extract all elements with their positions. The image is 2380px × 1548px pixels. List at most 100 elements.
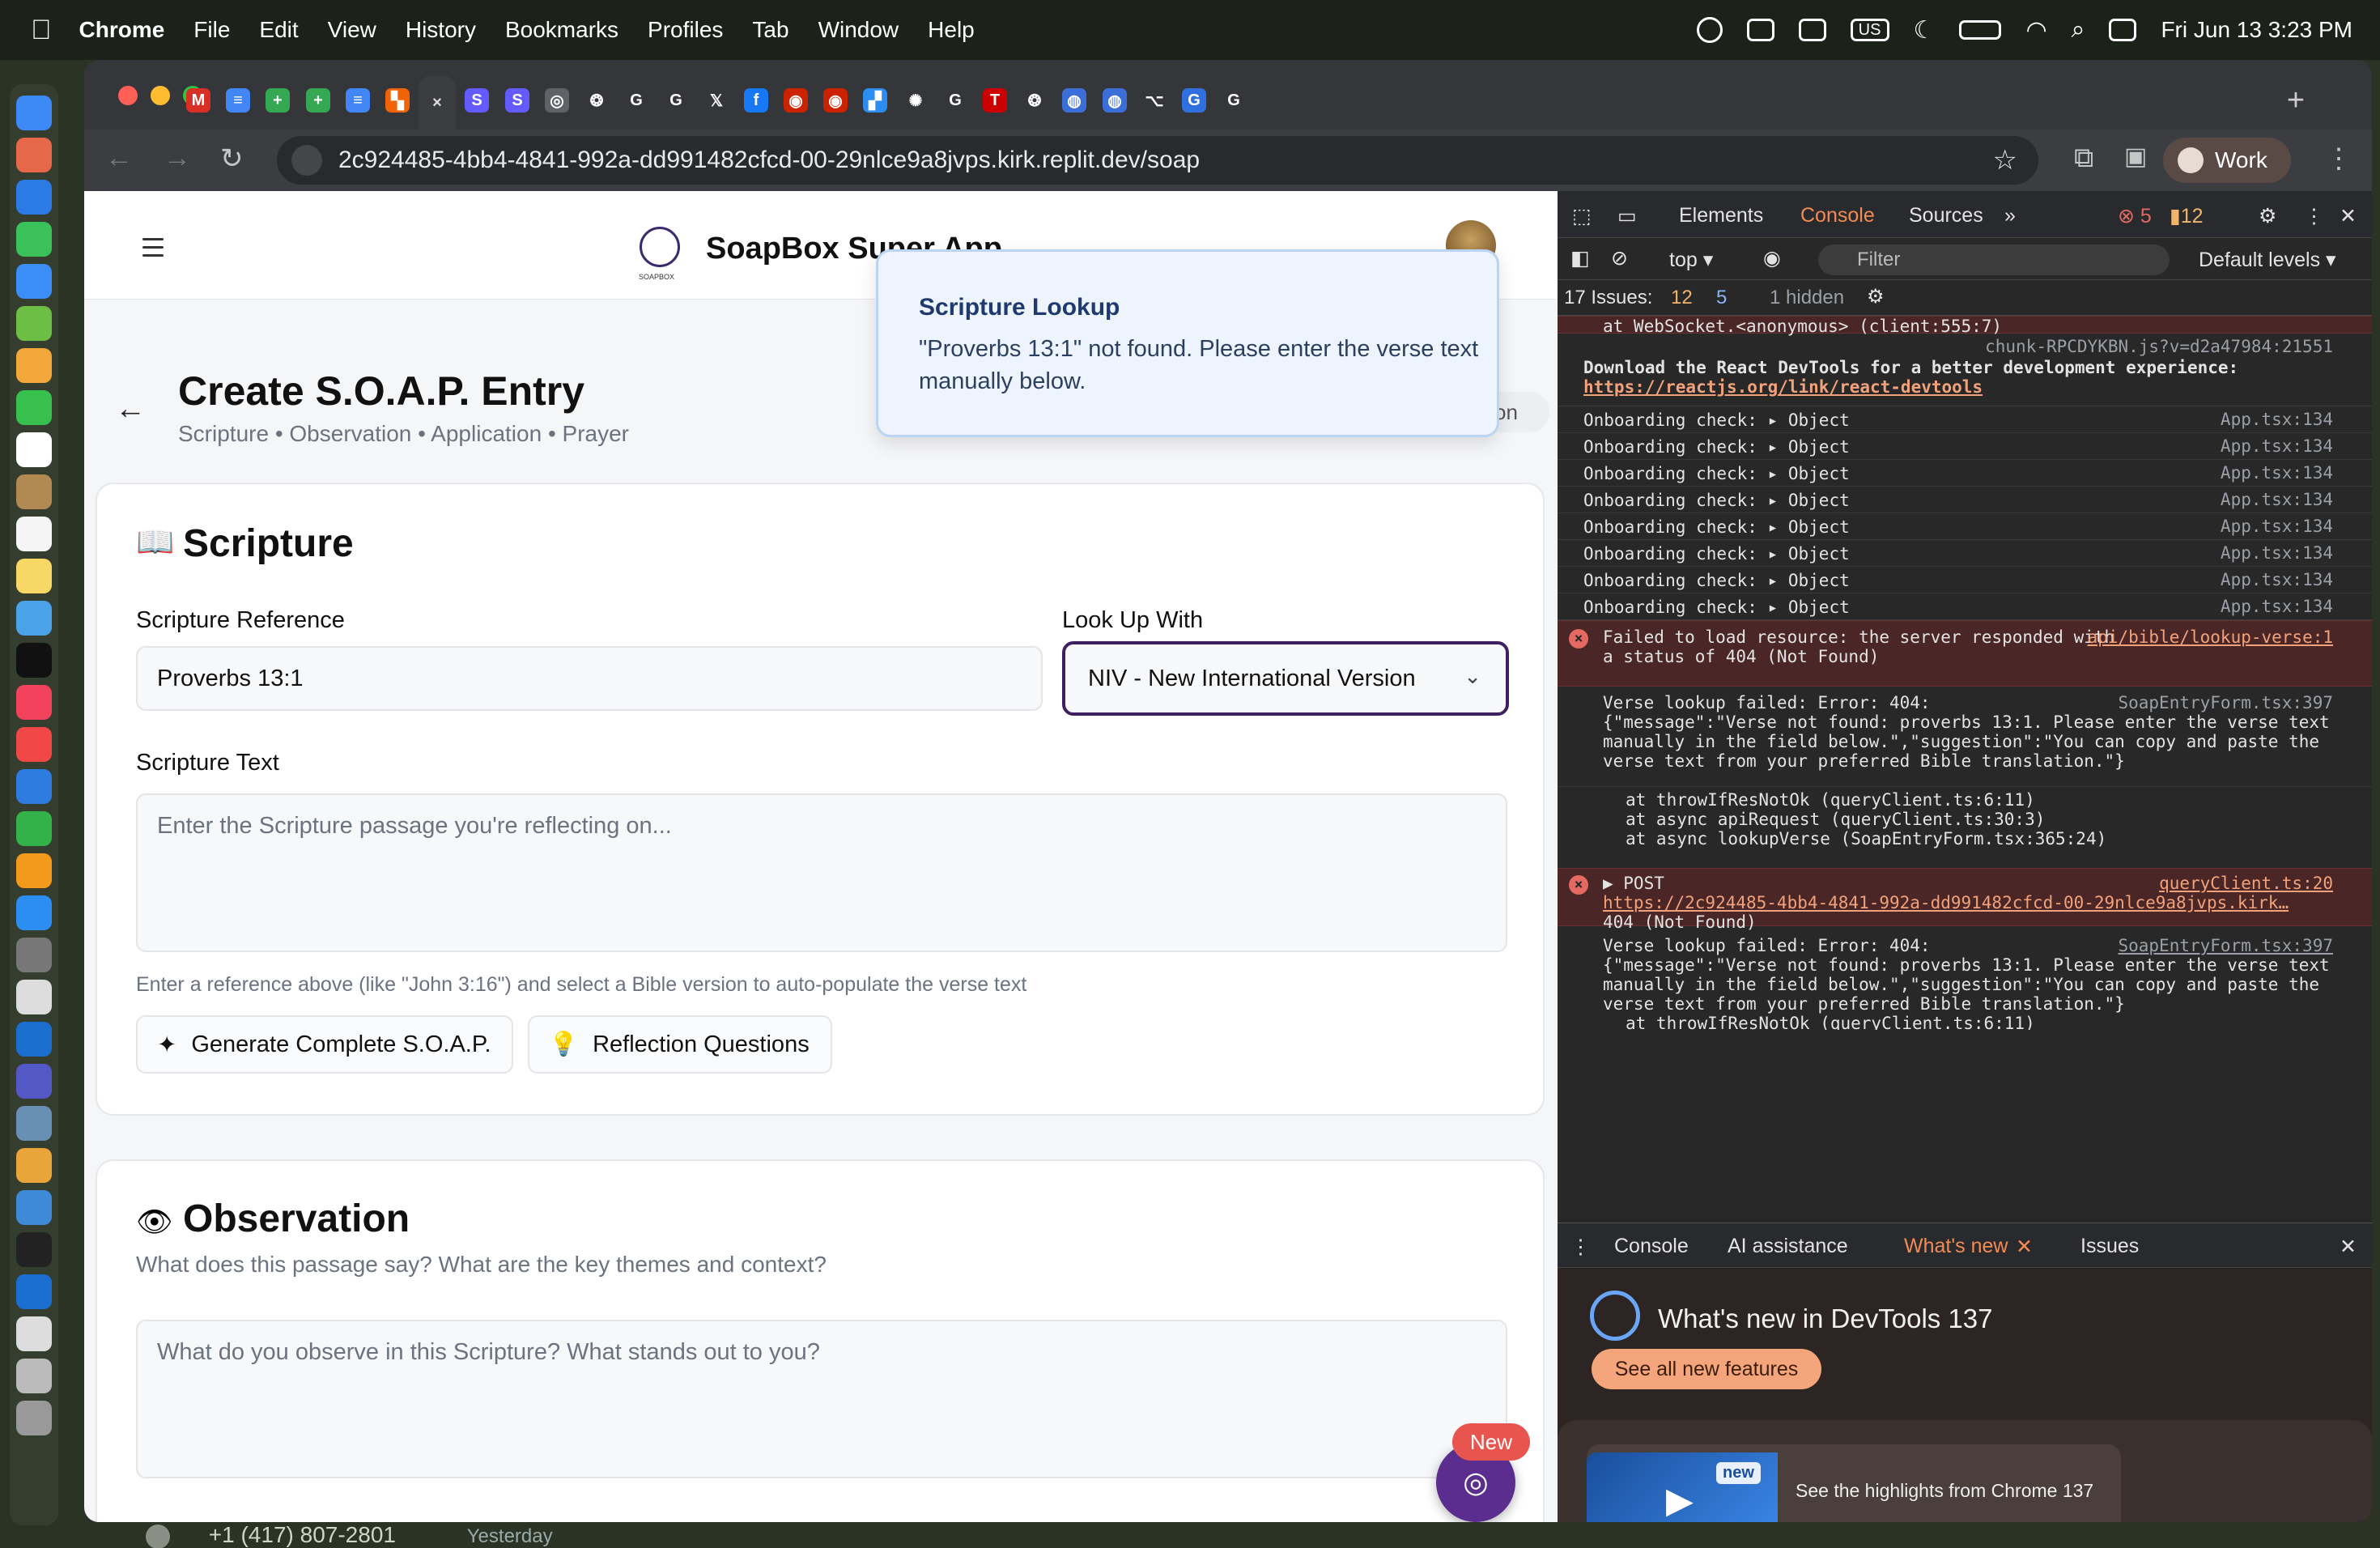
extensions-icon[interactable]: ⧉	[2074, 142, 2093, 174]
launchpad-icon[interactable]	[16, 138, 52, 172]
issues-warning-count[interactable]: 12	[1671, 287, 1693, 309]
browser-tab[interactable]: G	[937, 76, 974, 125]
browser-tab[interactable]: ✺	[897, 76, 934, 125]
teams-icon[interactable]	[1798, 19, 1826, 41]
facetime-icon[interactable]	[16, 390, 52, 425]
news-icon[interactable]	[16, 727, 52, 762]
generate-soap-button[interactable]: ✦ Generate Complete S.O.A.P.	[136, 1015, 513, 1074]
device-toolbar-icon[interactable]: ▭	[1617, 204, 1637, 228]
menu-profiles[interactable]: Profiles	[648, 17, 723, 43]
scripture-reference-input[interactable]: Proverbs 13:1	[136, 646, 1043, 711]
browser-tab[interactable]: ≡	[219, 76, 257, 125]
log-onboarding-source[interactable]: App.tsx:134	[2221, 517, 2333, 536]
log-react-source[interactable]: chunk-RPCDYKBN.js?v=d2a47984:21551	[1985, 337, 2333, 356]
highlight-card[interactable]: new ▶ See the highlights from Chrome 137	[1587, 1444, 2121, 1522]
observation-text-area[interactable]: What do you observe in this Scripture? W…	[136, 1320, 1507, 1478]
log-verse-source[interactable]: SoapEntryForm.tsx:397	[2118, 693, 2333, 712]
downloads-icon[interactable]	[16, 1359, 52, 1393]
browser-tab[interactable]: G	[1175, 76, 1213, 125]
see-all-features-button[interactable]: See all new features	[1592, 1349, 1821, 1389]
pages-icon[interactable]	[16, 853, 52, 888]
log-onboarding-source[interactable]: App.tsx:134	[2221, 463, 2333, 483]
browser-tab[interactable]: ⌥	[1136, 76, 1173, 125]
browser-tab[interactable]: G	[618, 76, 655, 125]
log-onboarding-object[interactable]: ▸ Object	[1757, 437, 1850, 457]
terminal-icon[interactable]	[16, 1232, 52, 1267]
apple-icon[interactable]: 	[31, 15, 52, 46]
photos-icon[interactable]	[16, 348, 52, 383]
browser-tab[interactable]: ▞	[856, 76, 894, 125]
clear-console-icon[interactable]: ⊘	[1611, 246, 1628, 270]
issues-settings-icon[interactable]: ⚙	[1867, 285, 1885, 308]
log-verse2-source[interactable]: SoapEntryForm.tsx:397	[2118, 936, 2333, 955]
browser-tab[interactable]: ◍	[1096, 76, 1133, 125]
drawer-tab-close-icon[interactable]: ✕	[2016, 1235, 2033, 1259]
warning-count-badge[interactable]: ▮12	[2170, 204, 2204, 228]
system-settings-icon[interactable]	[16, 938, 52, 972]
inspect-icon[interactable]: ⬚	[1572, 204, 1592, 228]
browser-tab[interactable]: ◉	[817, 76, 854, 125]
drawer-tab-ai-assistance[interactable]: AI assistance	[1728, 1235, 1848, 1258]
maps-icon[interactable]	[16, 306, 52, 341]
hamburger-menu-icon[interactable]	[142, 238, 164, 262]
menu-file[interactable]: File	[193, 17, 230, 43]
console-filter-input[interactable]: Filter	[1818, 245, 2170, 275]
battery-icon[interactable]	[1959, 20, 2002, 40]
finder-alt-icon[interactable]	[16, 1106, 52, 1141]
tab-elements[interactable]: Elements	[1679, 204, 1763, 228]
teams-dock-icon[interactable]	[16, 1064, 52, 1099]
calendar-icon[interactable]	[16, 432, 52, 467]
drawer-tab-whats-new[interactable]: What's new	[1904, 1235, 2008, 1258]
menu-clock[interactable]: Fri Jun 13 3:23 PM	[2161, 17, 2352, 43]
log-onboarding-source[interactable]: App.tsx:134	[2221, 490, 2333, 509]
reload-icon[interactable]: ↻	[220, 142, 244, 175]
close-window-button[interactable]	[118, 86, 138, 105]
log-onboarding-source[interactable]: App.tsx:134	[2221, 436, 2333, 456]
menu-app-name[interactable]: Chrome	[79, 17, 165, 43]
browser-tab[interactable]: T	[976, 76, 1014, 125]
scripture-text-area[interactable]: Enter the Scripture passage you're refle…	[136, 793, 1507, 952]
browser-tab[interactable]: G	[657, 76, 695, 125]
menu-tab[interactable]: Tab	[752, 17, 788, 43]
browser-tab[interactable]: ≡	[339, 76, 376, 125]
log-onboarding-source[interactable]: App.tsx:134	[2221, 597, 2333, 616]
reminders-icon[interactable]	[16, 517, 52, 551]
browser-tab[interactable]: f	[737, 76, 775, 125]
control-center-icon[interactable]	[2109, 19, 2137, 41]
browser-tab[interactable]: ❂	[1016, 76, 1053, 125]
app-store-icon[interactable]	[16, 895, 52, 930]
devtools-menu-icon[interactable]: ⋮	[2304, 204, 2324, 228]
chrome-dock-icon[interactable]	[16, 1148, 52, 1183]
tab-sources[interactable]: Sources	[1909, 204, 1983, 228]
live-expression-icon[interactable]: ◉	[1763, 246, 1781, 270]
error-count-badge[interactable]: ⊗ 5	[2118, 204, 2152, 228]
bible-version-select[interactable]: NIV - New International Version ⌄	[1062, 641, 1509, 716]
drawer-menu-icon[interactable]: ⋮	[1570, 1235, 1591, 1259]
contacts-icon[interactable]	[16, 474, 52, 509]
notes-icon[interactable]	[16, 559, 52, 593]
more-tabs-icon[interactable]: »	[2004, 204, 2016, 228]
soapbox-logo[interactable]: SOAPBOX	[639, 227, 680, 281]
wifi-icon[interactable]: ◠	[2025, 16, 2046, 45]
menu-bookmarks[interactable]: Bookmarks	[505, 17, 618, 43]
drawer-tab-issues[interactable]: Issues	[2080, 1235, 2139, 1258]
browser-tab[interactable]: +	[259, 76, 296, 125]
document-icon[interactable]	[16, 1316, 52, 1351]
forward-icon[interactable]: →	[164, 142, 191, 174]
log-error-resource-source[interactable]: api/bible/lookup-verse:1	[2088, 627, 2333, 647]
browser-tab[interactable]: S	[458, 76, 495, 125]
apple-tv-icon[interactable]	[16, 643, 52, 678]
browser-tab[interactable]: ×	[419, 76, 456, 130]
log-onboarding-object[interactable]: ▸ Object	[1757, 544, 1850, 563]
back-icon[interactable]: ←	[105, 142, 133, 174]
log-onboarding-source[interactable]: App.tsx:134	[2221, 570, 2333, 589]
trash-icon[interactable]	[16, 1401, 52, 1435]
mindnode-icon[interactable]	[16, 1190, 52, 1225]
browser-tab[interactable]: +	[300, 76, 337, 125]
browser-tab[interactable]: 𝕏	[698, 76, 735, 125]
drawer-tab-console[interactable]: Console	[1614, 1235, 1689, 1258]
browser-tab[interactable]: ◎	[538, 76, 576, 125]
issues-label[interactable]: 17 Issues:	[1564, 287, 1652, 309]
site-info-icon[interactable]	[291, 145, 322, 176]
devtools-close-icon[interactable]: ✕	[2340, 204, 2357, 228]
